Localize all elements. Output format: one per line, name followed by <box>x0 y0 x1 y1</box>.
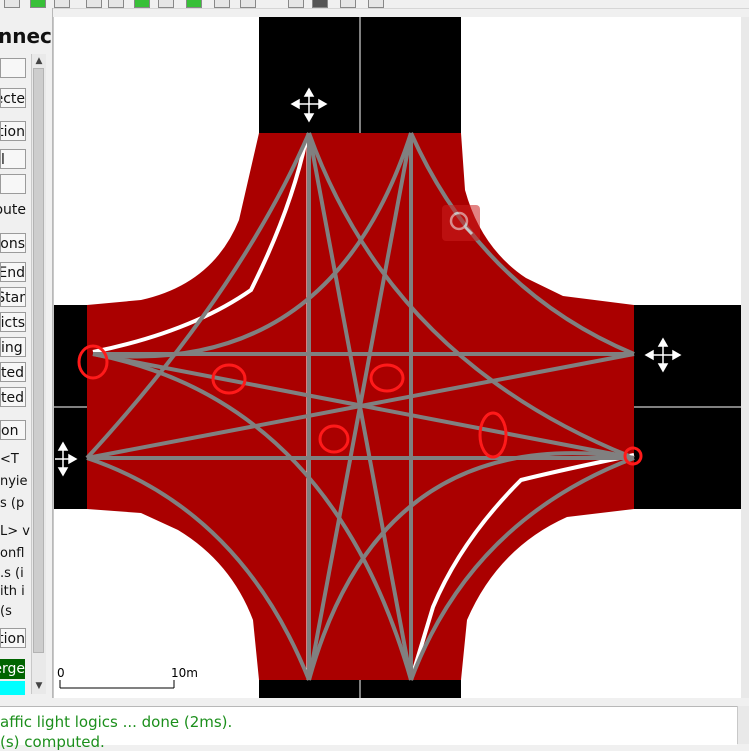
panel-button[interactable]: ted <box>0 362 26 382</box>
panel-button[interactable] <box>0 58 26 78</box>
select-icon[interactable] <box>4 0 20 8</box>
scrollbar-thumb[interactable] <box>33 68 44 653</box>
lock-icon[interactable] <box>86 0 102 8</box>
panel-button[interactable]: ons <box>0 233 26 253</box>
log-line: (s) computed. <box>0 733 105 751</box>
canvas-scrollbar[interactable] <box>741 17 749 698</box>
panel-text: nyie <box>0 474 28 489</box>
grid-icon[interactable] <box>214 0 230 8</box>
magnifier-icon[interactable] <box>442 205 480 241</box>
panel-button[interactable]: icts <box>0 312 26 332</box>
line-icon[interactable] <box>158 0 174 8</box>
panel-label: oute <box>0 202 26 218</box>
panel-button[interactable]: ted <box>0 387 26 407</box>
cyan-color-box[interactable] <box>0 681 25 695</box>
intersection-view: 0 10m <box>54 17 742 698</box>
panel-title: nnec <box>0 24 52 48</box>
panel-text: s (p <box>0 496 25 511</box>
marker-icon[interactable] <box>240 0 256 8</box>
panel-text: T> <box>0 452 19 467</box>
panel-button[interactable]: ecte <box>0 88 26 108</box>
panel-text: s) <box>0 604 12 619</box>
scroll-down-icon[interactable]: ▼ <box>34 681 44 691</box>
lock-icon[interactable] <box>108 0 124 8</box>
scale-zero-label: 0 <box>57 666 65 680</box>
network-canvas[interactable]: 0 10m <box>53 17 742 698</box>
panel-button[interactable] <box>0 174 26 194</box>
close-icon[interactable] <box>368 0 384 8</box>
panel-button[interactable]: l <box>0 149 26 169</box>
move-icon[interactable] <box>340 0 356 8</box>
panel-button[interactable]: tion <box>0 628 26 648</box>
green-line-icon[interactable] <box>186 0 202 8</box>
left-panel: nnec ecte tion l oute ons End Star icts … <box>0 8 53 698</box>
green-icon[interactable] <box>134 0 150 8</box>
panel-button[interactable]: Star <box>0 287 26 307</box>
scale-ten-label: 10m <box>171 666 198 680</box>
scale-bar <box>59 680 175 689</box>
panel-scrollbar[interactable]: ▲ ▼ <box>31 54 46 694</box>
scroll-up-icon[interactable]: ▲ <box>34 56 44 66</box>
panel-button[interactable]: on <box>0 420 26 440</box>
grid-icon[interactable] <box>288 0 304 8</box>
panel-button[interactable]: tion <box>0 121 26 141</box>
log-scrollbar[interactable] <box>737 706 749 744</box>
panel-button[interactable]: ing <box>0 337 26 357</box>
pointer-icon[interactable] <box>54 0 70 8</box>
log-line: affic light logics ... done (2ms). <box>0 713 233 731</box>
panel-button[interactable]: End <box>0 262 26 282</box>
green-color-box[interactable]: erge <box>0 659 25 679</box>
dark-icon[interactable] <box>312 0 328 8</box>
toolbar <box>0 0 749 9</box>
add-icon[interactable] <box>30 0 46 8</box>
message-log: affic light logics ... done (2ms). (s) c… <box>0 706 737 751</box>
panel-text: L> v <box>0 524 30 539</box>
